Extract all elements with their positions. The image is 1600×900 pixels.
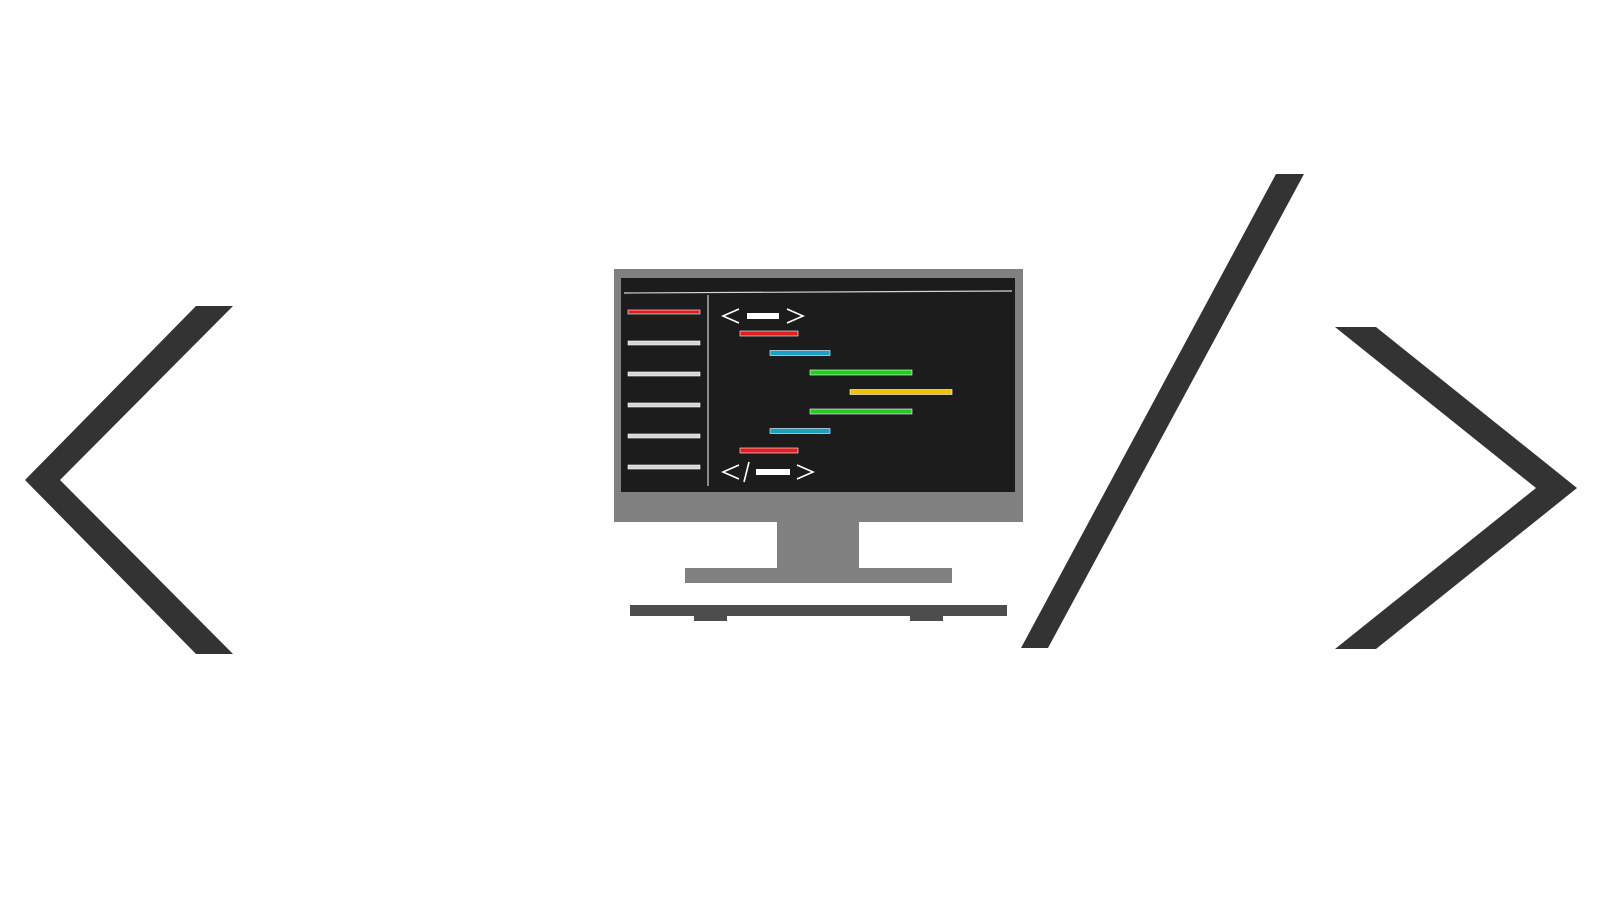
sidebar-line [627, 402, 701, 408]
code-line [809, 408, 913, 415]
forward-slash-icon [1021, 174, 1304, 648]
code-line [769, 350, 831, 356]
sidebar-line [627, 464, 701, 470]
computer-monitor-icon [614, 269, 1023, 583]
code-line [739, 330, 799, 337]
monitor-stand-base [685, 568, 952, 583]
monitor-stand-neck [777, 521, 859, 570]
code-illustration-svg [25, 174, 1577, 654]
keyboard-icon [630, 605, 1007, 621]
sidebar-line [627, 433, 701, 439]
left-angle-bracket-icon [25, 306, 233, 654]
sidebar-line [627, 340, 701, 346]
code-line [739, 447, 799, 454]
sidebar-line [627, 371, 701, 377]
right-angle-bracket-icon [1335, 327, 1577, 649]
code-line [809, 369, 913, 376]
code-line [849, 389, 953, 395]
code-line [769, 428, 831, 434]
code-illustration [0, 0, 1600, 900]
sidebar-line [627, 309, 701, 315]
